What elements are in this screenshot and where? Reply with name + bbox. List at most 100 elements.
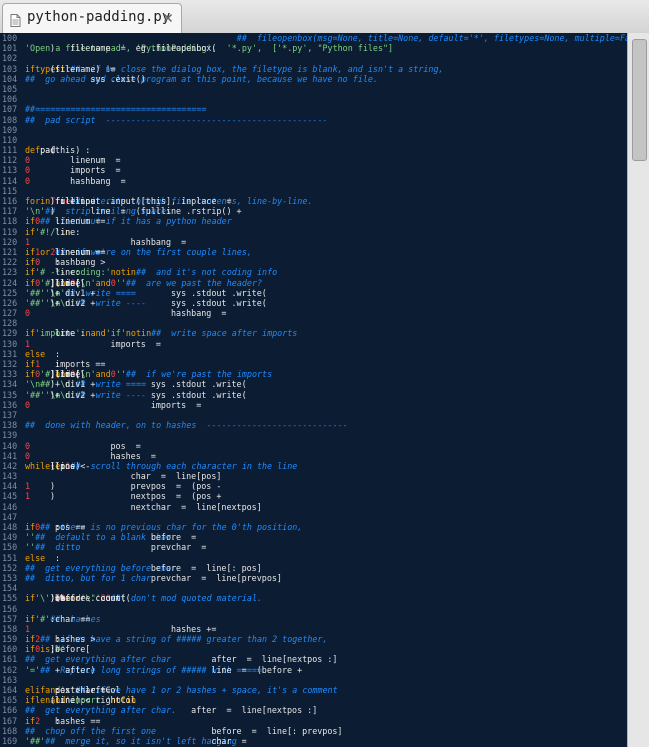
code-text: sys .stdout .write('##' + div2 + '\n\n')… [25, 298, 267, 308]
line-number: 125 [2, 287, 18, 298]
code-line: 104 sys .exit() ## go ahead and close pr… [0, 74, 627, 84]
line-number: 137 [2, 409, 18, 420]
code-text: before = line[: pos] ## get everything b… [25, 563, 262, 573]
code-token: 0 [25, 399, 31, 410]
code-token: 1 [35, 359, 41, 369]
code-token: ) [50, 491, 56, 502]
code-text: while (pos < len (line) - 1) : ## scroll … [25, 461, 297, 471]
scrollbar-thumb[interactable] [632, 39, 647, 161]
code-text: hashbang = 0 [25, 175, 126, 186]
code-token: prevpos = (pos - [50, 481, 227, 492]
code-token: hashbang = [50, 175, 136, 186]
code-token: line : [50, 695, 86, 706]
line-number: 166 [2, 705, 18, 716]
code-token: imports = [50, 338, 172, 349]
code-text: if '# -*- coding:' not in line: ## and i… [25, 267, 277, 277]
code-text: if linenum == 1 or linenum == 2 : ## if … [25, 247, 252, 257]
line-number: 155 [2, 593, 18, 604]
code-line: 137 [0, 410, 627, 420]
code-token: : [50, 613, 318, 624]
code-token: if [25, 695, 36, 706]
line-number: 117 [2, 206, 18, 217]
code-line: 116 for fullline in fileinput .input([th… [0, 196, 627, 206]
line-number: 144 [2, 481, 18, 492]
code-token: def [25, 145, 41, 156]
code-token: : [50, 644, 56, 655]
line-number: 126 [2, 297, 18, 308]
line-number: 119 [2, 226, 18, 237]
code-line: 168 before = line[: prevpos] ## chop off… [0, 726, 627, 736]
code-token: line: [50, 267, 237, 278]
code-line: 100 ## fileopenbox(msg=None, title=None,… [0, 33, 627, 43]
code-line: 117 line = (fullline .rstrip() + '\n') #… [0, 206, 627, 216]
code-text: before = line[: prevpos] ## chop off the… [25, 726, 342, 736]
line-number: 145 [2, 491, 18, 502]
code-token: : [50, 715, 61, 726]
code-line: 135 sys .stdout .write('##' + div2 + '\n… [0, 390, 627, 400]
line-number: 150 [2, 542, 18, 553]
code-text: sys .exit() ## go ahead and close progra… [25, 74, 378, 84]
vertical-scrollbar[interactable] [627, 33, 649, 747]
code-text: hashes += 1 [25, 624, 216, 634]
code-token: pos = [50, 440, 151, 451]
code-token: 0 [25, 175, 31, 186]
tab-title: python-padding.py [27, 9, 171, 25]
code-token: imports = [50, 165, 131, 176]
code-token: 0 [25, 155, 31, 166]
code-line: 122 if hashbang > 0 : [0, 257, 627, 267]
code-token: ) [50, 287, 192, 298]
line-number: 164 [2, 685, 18, 695]
close-icon[interactable] [161, 11, 175, 25]
code-lines: 100 ## fileopenbox(msg=None, title=None,… [0, 33, 627, 747]
line-number: 111 [2, 145, 18, 156]
code-line: 146 nextchar = line[nextpos] [0, 502, 627, 512]
code-token: ## fileopenbox(msg=None, title=None, def… [25, 33, 627, 43]
code-text: sys .stdout .write('##' + div2 + '\n\n')… [25, 390, 247, 400]
code-token: : [50, 348, 61, 359]
code-token: ) : [50, 460, 222, 471]
code-token: ) [50, 481, 56, 492]
code-token: 0 [25, 165, 31, 176]
code-token: ) [50, 43, 56, 54]
line-number: 142 [2, 460, 18, 471]
code-text: hashes = 0 [25, 451, 156, 461]
code-text: prevchar = line[prevpos] ## ditto, but f… [25, 573, 282, 583]
code-token: if [25, 63, 36, 74]
code-token: : [50, 246, 227, 257]
code-line: 105 [0, 84, 627, 94]
code-line: 129 if 'import ' in line and 'if' not in… [0, 328, 627, 338]
code-editor[interactable]: 100 ## fileopenbox(msg=None, title=None,… [0, 33, 627, 747]
line-number: 102 [2, 53, 18, 64]
code-line: 121 if linenum == 1 or linenum == 2 : ##… [0, 247, 627, 257]
code-text: if hashes > 2 : ## if we have a string o… [25, 634, 328, 644]
code-line: 127 hashbang = 0 [0, 308, 627, 318]
code-token: line: [50, 226, 81, 237]
line-number: 105 [2, 83, 18, 94]
code-token: : [50, 634, 187, 645]
code-line: 128 [0, 318, 627, 328]
line-number: 113 [2, 165, 18, 176]
code-token: : [50, 257, 61, 268]
code-token: : [50, 216, 303, 227]
code-token: '\n' [25, 206, 46, 217]
tab-python-padding[interactable]: python-padding.py [2, 3, 182, 34]
code-text: hashbang = 0 [25, 308, 226, 318]
line-number: 109 [2, 124, 18, 135]
code-token: ) [50, 206, 272, 217]
code-text: if pos == 0 : ## there is no previous ch… [25, 522, 302, 532]
code-line: 147 [0, 512, 627, 522]
code-text: prevchar = '' ## ditto [25, 542, 206, 552]
line-number: 132 [2, 359, 18, 369]
code-text: prevpos = (pos - 1) [25, 481, 221, 491]
code-line: 167 if hashes == 2 : [0, 716, 627, 726]
line-number: 103 [2, 63, 18, 74]
code-token: len [35, 695, 51, 706]
line-number: 158 [2, 623, 18, 634]
code-text: imports = 1 [25, 339, 161, 349]
code-token: : [50, 522, 237, 532]
code-line: 148 if pos == 0 : ## there is no previou… [0, 522, 627, 532]
code-token: ## done with header, on to hashes ------… [25, 420, 348, 431]
code-token: sys .exit() [50, 73, 328, 84]
line-number: 167 [2, 715, 18, 726]
